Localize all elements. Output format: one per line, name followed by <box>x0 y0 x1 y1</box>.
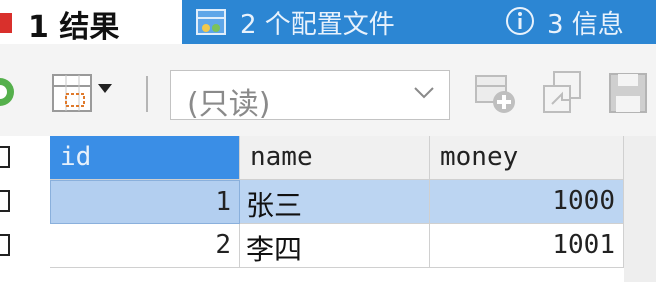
row-checkbox[interactable] <box>0 190 10 212</box>
copy-row-icon[interactable] <box>540 70 584 116</box>
table-cell-id[interactable]: 1 <box>50 180 240 224</box>
toolbar-divider <box>146 76 148 112</box>
result-icon <box>0 13 12 33</box>
table-cell-name[interactable]: 李四 <box>240 224 430 268</box>
chevron-down-icon <box>414 87 434 99</box>
row-selector[interactable] <box>0 180 50 224</box>
read-only-mode-select[interactable]: (只读) <box>170 70 450 122</box>
tab-results[interactable]: 1 结果 <box>0 0 182 45</box>
column-header-money[interactable]: money <box>430 136 624 180</box>
column-header-id[interactable]: id <box>50 136 240 180</box>
tab-profiles-label: 2 个配置文件 <box>240 10 395 40</box>
header-row-selector[interactable] <box>0 136 50 180</box>
grid-empty-area <box>624 136 656 282</box>
grid-layout-icon[interactable] <box>52 74 92 112</box>
result-tab-strip: 1 结果 2 个配置文件 3 信息 <box>0 0 656 45</box>
table-cell-money[interactable]: 1000 <box>430 180 624 224</box>
tab-info-label: 3 信息 <box>547 10 624 40</box>
result-toolbar: (只读) <box>0 44 656 136</box>
info-icon <box>506 7 534 35</box>
table-cell-money[interactable]: 1001 <box>430 224 624 268</box>
result-grid: id name money 1 张三 1000 2 李四 1001 <box>0 136 656 282</box>
table-cell-name[interactable]: 张三 <box>240 180 430 224</box>
grid-layout-dropdown-icon[interactable] <box>98 84 112 93</box>
select-all-checkbox[interactable] <box>0 146 10 168</box>
column-header-name[interactable]: name <box>240 136 430 180</box>
tab-results-label: 1 结果 <box>28 10 120 45</box>
profile-icon <box>196 9 226 35</box>
row-checkbox[interactable] <box>0 234 10 256</box>
save-icon[interactable] <box>606 70 650 116</box>
export-icon[interactable] <box>0 74 18 110</box>
table-cell-id[interactable]: 2 <box>50 224 240 268</box>
add-row-icon[interactable] <box>474 72 518 116</box>
row-selector[interactable] <box>0 224 50 268</box>
mode-select-value: (只读) <box>187 87 271 122</box>
